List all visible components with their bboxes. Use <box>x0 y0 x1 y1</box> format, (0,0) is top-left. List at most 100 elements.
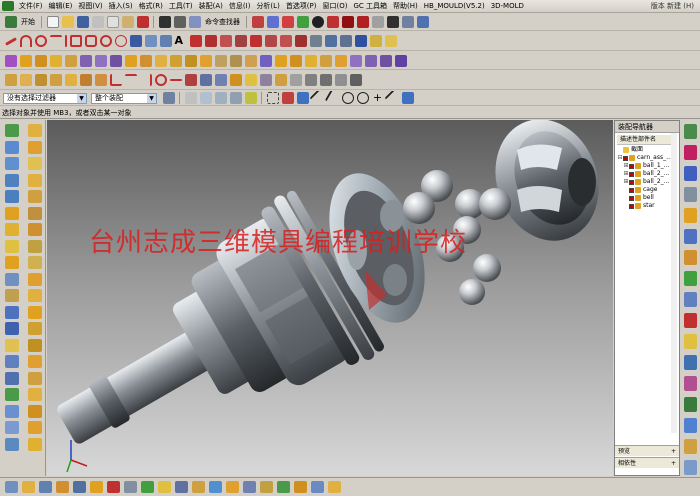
tree-node[interactable]: ⊞ ball_2_… <box>617 170 677 178</box>
point-on-face-icon[interactable] <box>401 92 414 104</box>
show-icon[interactable] <box>28 272 42 286</box>
select-feature-icon[interactable] <box>199 92 212 104</box>
visibility-checkbox[interactable] <box>629 179 634 185</box>
layer-icon[interactable] <box>296 16 309 28</box>
tree-node[interactable]: bell <box>617 194 677 202</box>
system-materials-icon[interactable] <box>684 250 697 265</box>
hole-icon[interactable] <box>124 54 137 67</box>
display-mode-icon[interactable] <box>311 16 324 28</box>
wcs-orient-icon[interactable] <box>56 481 69 493</box>
command-finder-button[interactable]: 命令查找器 <box>205 17 240 27</box>
expand-icon[interactable]: + <box>671 446 676 457</box>
selection-scope-select[interactable]: 整个装配 ▼ <box>91 92 157 104</box>
view-icon[interactable] <box>401 16 414 28</box>
pack-icon[interactable] <box>5 338 19 352</box>
tree-node[interactable]: ⊞ ball_1_… <box>617 162 677 170</box>
command-finder-icon[interactable] <box>188 16 201 28</box>
wave-link-icon[interactable] <box>28 206 42 220</box>
constraint-icon[interactable] <box>214 74 227 86</box>
open-icon[interactable] <box>61 16 74 28</box>
snap-view-icon[interactable] <box>209 481 222 493</box>
assembly-navigator-icon[interactable] <box>684 124 697 139</box>
unite-icon[interactable] <box>214 54 227 67</box>
tree-node[interactable]: ⊟ carn_ass_… <box>617 154 677 162</box>
extend-curve-icon[interactable] <box>279 35 292 47</box>
sketch-trim-icon[interactable] <box>124 74 137 86</box>
measure-body-icon[interactable] <box>334 74 347 86</box>
spline-icon[interactable] <box>49 35 62 47</box>
select-face-icon[interactable] <box>229 92 242 104</box>
cloud-icon[interactable] <box>5 322 19 335</box>
measure-angle-icon[interactable] <box>319 74 332 86</box>
intersect-curve-icon[interactable] <box>204 35 217 47</box>
sketch-mirror-icon[interactable] <box>184 74 197 86</box>
visibility-checkbox[interactable] <box>623 155 628 161</box>
add-component-icon[interactable] <box>5 140 19 154</box>
smooth-spline-icon[interactable] <box>324 35 337 47</box>
sequence-icon[interactable] <box>5 206 19 220</box>
component-icon[interactable] <box>28 124 42 137</box>
wcs-icon[interactable] <box>5 481 18 493</box>
visible-layer-icon[interactable] <box>175 481 188 493</box>
roles-icon[interactable] <box>684 313 697 328</box>
sew-icon[interactable] <box>379 54 392 67</box>
point-on-curve-icon[interactable] <box>384 91 401 105</box>
join-curve-icon[interactable] <box>234 35 247 47</box>
move-layer-icon[interactable] <box>141 481 154 493</box>
intersect-icon[interactable] <box>244 54 257 67</box>
visibility-checkbox[interactable] <box>629 187 634 193</box>
system-scene-icon[interactable] <box>684 334 697 349</box>
pan-icon[interactable] <box>5 437 19 451</box>
show-only-icon[interactable] <box>28 256 42 269</box>
menu-preferences[interactable]: 首选项(P) <box>283 1 320 11</box>
navigator-scrollbar[interactable] <box>671 133 677 433</box>
sketch-offset-icon[interactable] <box>169 79 182 81</box>
explode-icon[interactable] <box>28 190 42 203</box>
tree-node[interactable]: 截面 <box>617 146 677 154</box>
extract-curve-icon[interactable] <box>384 35 397 47</box>
history-icon[interactable] <box>684 208 697 223</box>
menu-information[interactable]: 信息(I) <box>226 1 254 11</box>
block-icon[interactable] <box>19 54 32 67</box>
auto-constrain-icon[interactable] <box>229 74 242 86</box>
shell-icon[interactable] <box>274 54 287 67</box>
copy-layer-icon[interactable] <box>158 481 171 493</box>
menu-view[interactable]: 视图(V) <box>75 1 105 11</box>
hd3d-icon[interactable] <box>684 397 697 412</box>
patch-icon[interactable] <box>394 54 407 67</box>
arc-icon[interactable] <box>19 35 32 47</box>
teamcenter-icon[interactable] <box>684 418 697 433</box>
graphics-window[interactable]: 台州志成三维模具编程培训学校 <box>47 120 613 476</box>
corner-icon[interactable] <box>109 74 122 86</box>
assembly-navigator[interactable]: 装配导航器 描述性部件名 截面 ⊟ carn_ass_… ⊞ ball_1_… ⊞ ball… <box>614 120 680 476</box>
control-point-icon[interactable] <box>324 91 341 105</box>
sketch-plane-icon[interactable] <box>19 74 32 86</box>
visibility-checkbox[interactable] <box>629 171 634 177</box>
menu-format[interactable]: 格式(R) <box>136 1 166 11</box>
array-icon[interactable] <box>28 173 42 187</box>
polygon-icon[interactable] <box>84 35 97 47</box>
blank-icon[interactable] <box>243 481 256 493</box>
envelope-icon[interactable] <box>28 404 42 418</box>
menu-help[interactable]: 帮助(H) <box>390 1 421 11</box>
mfg-icon[interactable] <box>684 355 697 370</box>
sketch-icon[interactable] <box>4 74 17 86</box>
surface-curve-icon[interactable] <box>339 35 352 47</box>
assembly-icon[interactable] <box>5 124 19 137</box>
edit-arrangement-icon[interactable] <box>28 355 42 368</box>
promote-icon[interactable] <box>5 355 19 368</box>
menu-assemblies[interactable]: 装配(A) <box>196 1 226 11</box>
star-part[interactable] <box>479 120 613 255</box>
translucency-icon[interactable] <box>311 481 324 493</box>
subtract-icon[interactable] <box>229 54 242 67</box>
lock-icon[interactable] <box>244 74 257 86</box>
blend-icon[interactable] <box>289 54 302 67</box>
start-icon[interactable] <box>4 16 17 28</box>
knowledge-icon[interactable] <box>684 439 697 454</box>
divide-curve-icon[interactable] <box>264 35 277 47</box>
helix-icon[interactable] <box>129 35 142 47</box>
select-edge-icon[interactable] <box>244 92 257 104</box>
reset-filter-icon[interactable] <box>162 92 175 104</box>
background-icon[interactable] <box>386 16 399 28</box>
route-icon[interactable] <box>5 371 19 385</box>
